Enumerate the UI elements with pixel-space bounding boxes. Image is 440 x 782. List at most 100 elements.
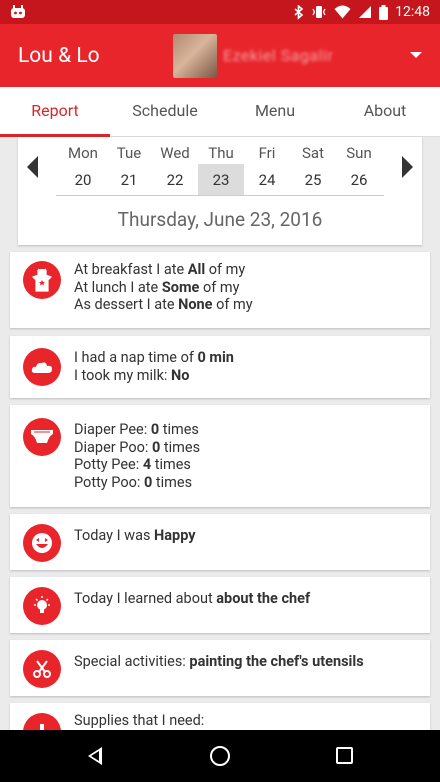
home-icon[interactable]: [210, 746, 230, 766]
potty-pee-line: Potty Pee: 4 times: [74, 456, 200, 474]
lunch-label: At lunch I ate: [74, 278, 162, 296]
milk-value: No: [171, 366, 190, 384]
vibrate-icon: [312, 6, 326, 18]
wifi-icon: [334, 5, 351, 19]
tab-report[interactable]: Report: [0, 87, 110, 137]
potty-pee-value: 4: [142, 456, 152, 473]
week-days: Mon 20 Tue 21 Wed 22 Thu 23 Fri 24 Sat 2…: [60, 142, 382, 196]
day-date: 22: [166, 171, 184, 189]
learned-label: Today I learned about: [74, 590, 217, 607]
potty-poo-suffix: times: [152, 473, 193, 491]
mood-label: Today I was: [74, 527, 155, 544]
dessert-line: As dessert I ate None of my: [74, 296, 253, 314]
dessert-value: None: [178, 296, 213, 313]
diaper-pee-label: Diaper Pee:: [74, 421, 151, 438]
milk-label: I took my milk:: [74, 366, 172, 384]
status-bar: 12:48: [0, 0, 440, 24]
back-icon[interactable]: [88, 747, 102, 765]
day-date: 25: [304, 171, 322, 189]
potty-pee-suffix: times: [151, 456, 191, 473]
diaper-card: Diaper Pee: 0 times Diaper Poo: 0 times …: [10, 405, 430, 507]
day-date: 26: [350, 171, 368, 189]
chevron-down-icon[interactable]: [410, 52, 422, 58]
diaper-pee-line: Diaper Pee: 0 times: [74, 421, 200, 439]
day-monday[interactable]: Mon 20: [60, 142, 106, 196]
battery-icon: [379, 4, 389, 20]
dessert-label: As dessert I ate: [74, 296, 179, 313]
dessert-suffix: of my: [212, 296, 253, 313]
supplies-text: Supplies that I need:: [74, 712, 204, 730]
breakfast-label: At breakfast I ate: [74, 261, 188, 278]
nap-value: 0 min: [197, 349, 234, 366]
tab-schedule[interactable]: Schedule: [110, 87, 220, 136]
diaper-poo-line: Diaper Poo: 0 times: [74, 439, 200, 457]
learned-text: Today I learned about about the chef: [74, 590, 310, 608]
nap-label: I had a nap time of: [74, 349, 198, 366]
app-bar: Lou & Lo Ezekiel Sagalir: [0, 24, 440, 87]
activities-card: Special activities: painting the chef's …: [10, 640, 430, 696]
potty-poo-line: Potty Poo: 0 times: [74, 474, 200, 492]
day-name: Sun: [346, 144, 372, 162]
divider: [56, 195, 384, 196]
diaper-poo-suffix: times: [160, 438, 201, 456]
app-title: Lou & Lo: [18, 43, 100, 68]
diaper-icon: [23, 418, 61, 456]
day-name: Fri: [258, 144, 276, 162]
bluetooth-icon: [294, 4, 304, 20]
day-friday[interactable]: Fri 24: [244, 142, 290, 196]
breakfast-line: At breakfast I ate All of my: [74, 261, 253, 279]
signal-icon: [359, 6, 372, 18]
lunch-suffix: of my: [199, 278, 240, 296]
day-date: 24: [258, 171, 276, 189]
tab-bar: Report Schedule Menu About: [0, 87, 440, 137]
tab-menu[interactable]: Menu: [220, 87, 330, 136]
day-sunday[interactable]: Sun 26: [336, 142, 382, 196]
breakfast-suffix: of my: [205, 261, 246, 278]
activities-label: Special activities:: [74, 653, 190, 670]
activities-text: Special activities: painting the chef's …: [74, 653, 364, 671]
day-wednesday[interactable]: Wed 22: [152, 142, 198, 196]
diaper-pee-suffix: times: [159, 421, 199, 438]
day-saturday[interactable]: Sat 25: [290, 142, 336, 196]
diaper-text: Diaper Pee: 0 times Diaper Poo: 0 times …: [74, 421, 200, 491]
nap-card: I had a nap time of 0 min I took my milk…: [10, 336, 430, 398]
smiley-icon: [23, 524, 61, 562]
cloud-icon: [23, 348, 61, 386]
mood-card: Today I was Happy: [10, 514, 430, 570]
diaper-poo-label: Diaper Poo:: [74, 438, 152, 456]
day-date: 21: [120, 171, 138, 189]
day-name: Thu: [208, 144, 234, 162]
supplies-label: Supplies that I need:: [74, 712, 205, 729]
day-date-selected: 23: [198, 164, 244, 196]
system-nav-bar: [0, 730, 440, 782]
mood-text: Today I was Happy: [74, 527, 196, 545]
meals-card: At breakfast I ate All of my At lunch I …: [10, 252, 430, 328]
lightbulb-icon: [23, 587, 61, 625]
apron-icon: [23, 261, 61, 299]
status-time: 12:48: [395, 4, 430, 20]
previous-week-icon[interactable]: [27, 156, 38, 178]
lunch-line: At lunch I ate Some of my: [74, 279, 253, 297]
android-notification-icon: [11, 5, 25, 18]
learned-card: Today I learned about about the chef: [10, 577, 430, 633]
day-tuesday[interactable]: Tue 21: [106, 142, 152, 196]
week-calendar: Mon 20 Tue 21 Wed 22 Thu 23 Fri 24 Sat 2…: [18, 137, 422, 245]
day-date: 20: [74, 171, 92, 189]
day-name: Sat: [302, 144, 324, 162]
nap-line: I had a nap time of 0 min: [74, 349, 234, 367]
milk-line: I took my milk: No: [74, 367, 234, 385]
breakfast-value: All: [187, 261, 206, 278]
avatar[interactable]: [173, 33, 217, 78]
day-name: Wed: [160, 144, 190, 162]
lunch-value: Some: [161, 278, 200, 296]
mood-value: Happy: [154, 527, 196, 544]
account-name[interactable]: Ezekiel Sagalir: [223, 46, 333, 65]
learned-value: about the chef: [216, 590, 311, 607]
recent-apps-icon[interactable]: [336, 747, 353, 764]
activities-value: painting the chef's utensils: [189, 653, 364, 670]
potty-pee-label: Potty Pee:: [74, 456, 143, 473]
tab-about[interactable]: About: [330, 87, 440, 136]
nap-text: I had a nap time of 0 min I took my milk…: [74, 349, 234, 384]
day-thursday[interactable]: Thu 23: [198, 142, 244, 196]
next-week-icon[interactable]: [402, 156, 413, 178]
